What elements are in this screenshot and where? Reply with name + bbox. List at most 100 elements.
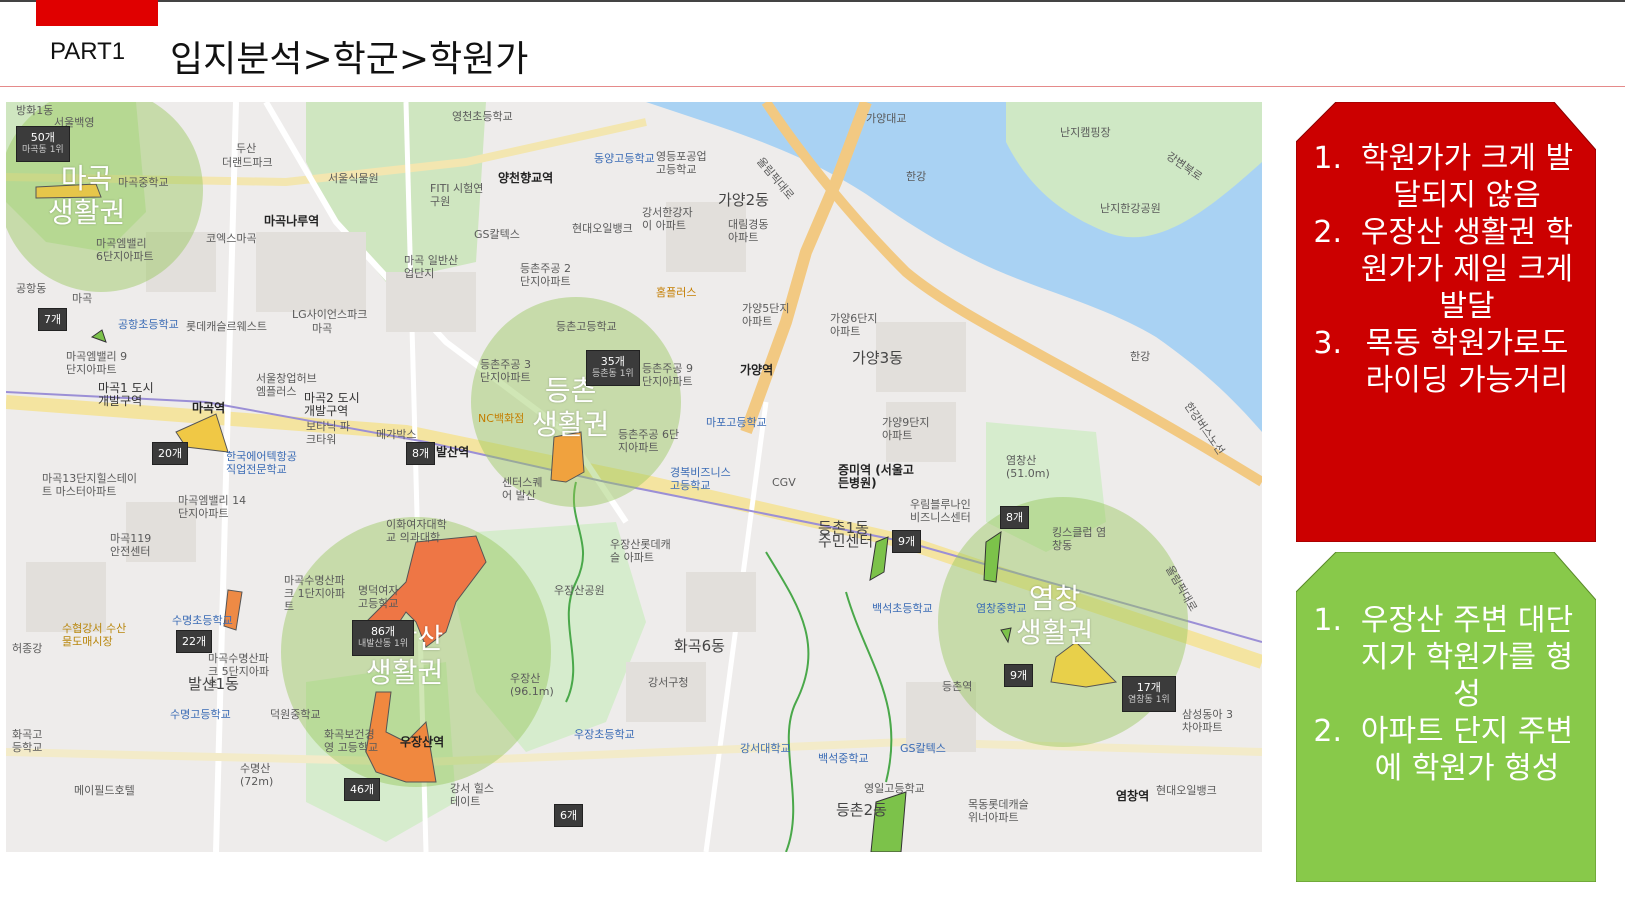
place-label: 마포고등학교 — [706, 416, 767, 429]
place-label: 가양5단지 아파트 — [742, 302, 790, 328]
place-label: 마곡119 안전센터 — [110, 532, 152, 558]
place-label: 마곡1 도시개발구역 — [98, 381, 154, 408]
place-label: 난지한강공원 — [1100, 202, 1161, 215]
place-label: 백석초등학교 — [872, 602, 933, 615]
place-label: 등촌주공 3단지아파트 — [480, 358, 531, 384]
academy-count-badge: 6개 — [554, 804, 584, 827]
academy-count-badge: 50개 마곡동 1위 — [16, 126, 70, 162]
place-label: 명덕여자고등학교 — [358, 584, 399, 610]
place-label: 강서 힐스테이트 — [450, 782, 494, 808]
place-label: 가양3동 — [852, 349, 903, 367]
place-label: 허종강 — [12, 642, 43, 655]
place-label: 현대오일뱅크 — [1156, 784, 1217, 797]
academy-count-badge: 22개 — [176, 630, 213, 653]
place-label: 목동롯데캐슬 위너아파트 — [968, 798, 1029, 824]
place-label: 마곡중학교 — [118, 176, 169, 189]
place-label: 이화여자대학교 의과대학 — [386, 518, 447, 544]
place-label: 화곡6동 — [674, 637, 725, 655]
place-label: 등촌1동 주민센터 — [818, 519, 874, 550]
place-label: 대림경동 아파트 — [728, 218, 769, 244]
place-label: 코엑스마곡 — [206, 232, 257, 245]
place-label: 화곡고 등학교 — [12, 728, 43, 754]
map-image: 방화1동 서울백영 두산 더랜드파크 마곡중학교 서울식물원 마곡나루역 코엑스… — [6, 102, 1262, 852]
place-label: 수명산 (72m) — [240, 762, 274, 788]
place-label: 영일고등학교 — [864, 782, 925, 795]
place-label: 강서구청 — [648, 676, 689, 689]
zone-label-yeomchang: 염창 생활권 — [1016, 582, 1094, 649]
station-label: 마곡역 — [192, 401, 226, 415]
place-label: 수명고등학교 — [170, 708, 231, 721]
station-label: 가양역 — [740, 363, 774, 377]
academy-count-badge: 7개 — [38, 308, 68, 331]
place-label: 마곡 일반산업단지 — [404, 254, 459, 280]
station-label: 양천향교역 — [498, 171, 554, 185]
place-label: 마곡수명산파크 1단지아파트 — [284, 574, 346, 613]
part-label: PART1 — [50, 38, 126, 65]
place-label: 덕원중학교 — [270, 708, 321, 721]
place-label: 메가박스 — [376, 428, 417, 441]
station-label: 마곡나루역 — [264, 214, 320, 228]
red-header-tab — [36, 0, 158, 26]
academy-count-badge: 8개 — [406, 442, 436, 465]
academy-count-badge: 17개 염창동 1위 — [1122, 676, 1176, 712]
place-label: 강서한강자이 아파트 — [642, 206, 693, 232]
place-label: 보타닉 파크타워 — [306, 420, 350, 446]
title-divider — [0, 86, 1625, 87]
place-label: 등촌고등학교 — [556, 320, 617, 333]
place-label: 경복비즈니스 고등학교 — [670, 466, 731, 492]
place-label: 난지캠핑장 — [1060, 126, 1111, 139]
page-title: 입지분석>학군>학원가 — [170, 39, 529, 80]
zone-label-magok: 마곡 생활권 — [48, 162, 126, 229]
place-label: 가양대교 — [866, 112, 907, 125]
cluster-7 — [90, 329, 107, 343]
place-label: 가양9단지 아파트 — [882, 416, 930, 442]
station-label: 증미역 (서울고든병원) — [838, 463, 914, 490]
place-label: LG사이언스파크 — [292, 308, 368, 321]
place-label: 영천초등학교 — [452, 110, 513, 123]
place-label: 한강 — [906, 170, 927, 183]
place-label: 가양6단지 아파트 — [830, 312, 878, 338]
place-label: 영등포공업 고등학교 — [656, 150, 707, 176]
place-label: 마곡엠밸리 6단지아파트 — [96, 237, 154, 263]
place-label: 염창산 (51.0m) — [1006, 454, 1050, 480]
place-label: 삼성동아 3차아파트 — [1182, 708, 1233, 734]
place-label: 한국에어텍항공 직업전문학교 — [226, 450, 297, 476]
place-label: 서울식물원 — [328, 172, 379, 185]
place-label: 수협강서 수산물도매시장 — [62, 622, 127, 648]
station-label: 우장산역 — [400, 735, 445, 749]
place-label: 강서대학교 — [740, 742, 791, 755]
academy-count-badge: 8개 — [1000, 506, 1030, 529]
place-label: 센터스퀘어 발산 — [502, 476, 543, 502]
place-label: 마곡엠밸리 14단지아파트 — [178, 494, 247, 520]
place-label: FITI 시험연구원 — [430, 182, 484, 208]
place-label: 공항초등학교 — [118, 318, 179, 331]
place-label: 마곡13단지힐스테이트 마스터아파트 — [42, 472, 137, 498]
note-item: 1. 학원가가 크게 발달되지 않음 — [1313, 141, 1574, 213]
note-box-red: 1. 학원가가 크게 발달되지 않음 2. 우장산 생활권 학원가가 제일 크게 발… — [1296, 102, 1596, 542]
place-label: 킹스클럽 염창동 — [1052, 526, 1107, 552]
place-label: 마곡엠밸리 9단지아파트 — [66, 350, 128, 376]
note-item: 2. 아파트 단지 주변에 학원가 형성 — [1313, 714, 1574, 786]
note-item: 2. 우장산 생활권 학원가가 제일 크게 발달 — [1313, 215, 1574, 324]
place-label: 마곡 — [312, 322, 333, 335]
place-label: 등촌주공 2단지아파트 — [520, 262, 571, 288]
place-label: 롯데캐슬르웨스트 — [186, 320, 267, 333]
place-label: CGV — [772, 476, 796, 489]
place-label: 우장산공원 — [554, 584, 605, 597]
note-box-green: 1. 우장산 주변 대단지가 학원가를 형성 2. 아파트 단지 주변에 학원가 형… — [1296, 552, 1596, 882]
place-label: NC백화점 — [478, 412, 525, 425]
place-label: 공항동 — [16, 282, 47, 295]
top-border-line — [0, 0, 1625, 2]
place-label: 동양고등학교 — [594, 152, 655, 165]
place-label: 수명초등학교 — [172, 614, 233, 627]
place-label: 더랜드파크 — [222, 156, 273, 169]
place-label: 메이필드호텔 — [74, 784, 135, 797]
station-label: 발산역 — [436, 445, 470, 459]
note-item: 1. 우장산 주변 대단지가 학원가를 형성 — [1313, 603, 1574, 712]
place-label: 우장산롯데캐슬 아파트 — [610, 538, 671, 564]
place-label: 백석중학교 — [818, 752, 869, 765]
place-label: 등촌역 — [942, 680, 973, 693]
place-label: 우장산 (96.1m) — [510, 672, 554, 698]
place-label: 등촌2동 — [836, 801, 887, 819]
academy-count-badge: 20개 — [152, 442, 189, 465]
